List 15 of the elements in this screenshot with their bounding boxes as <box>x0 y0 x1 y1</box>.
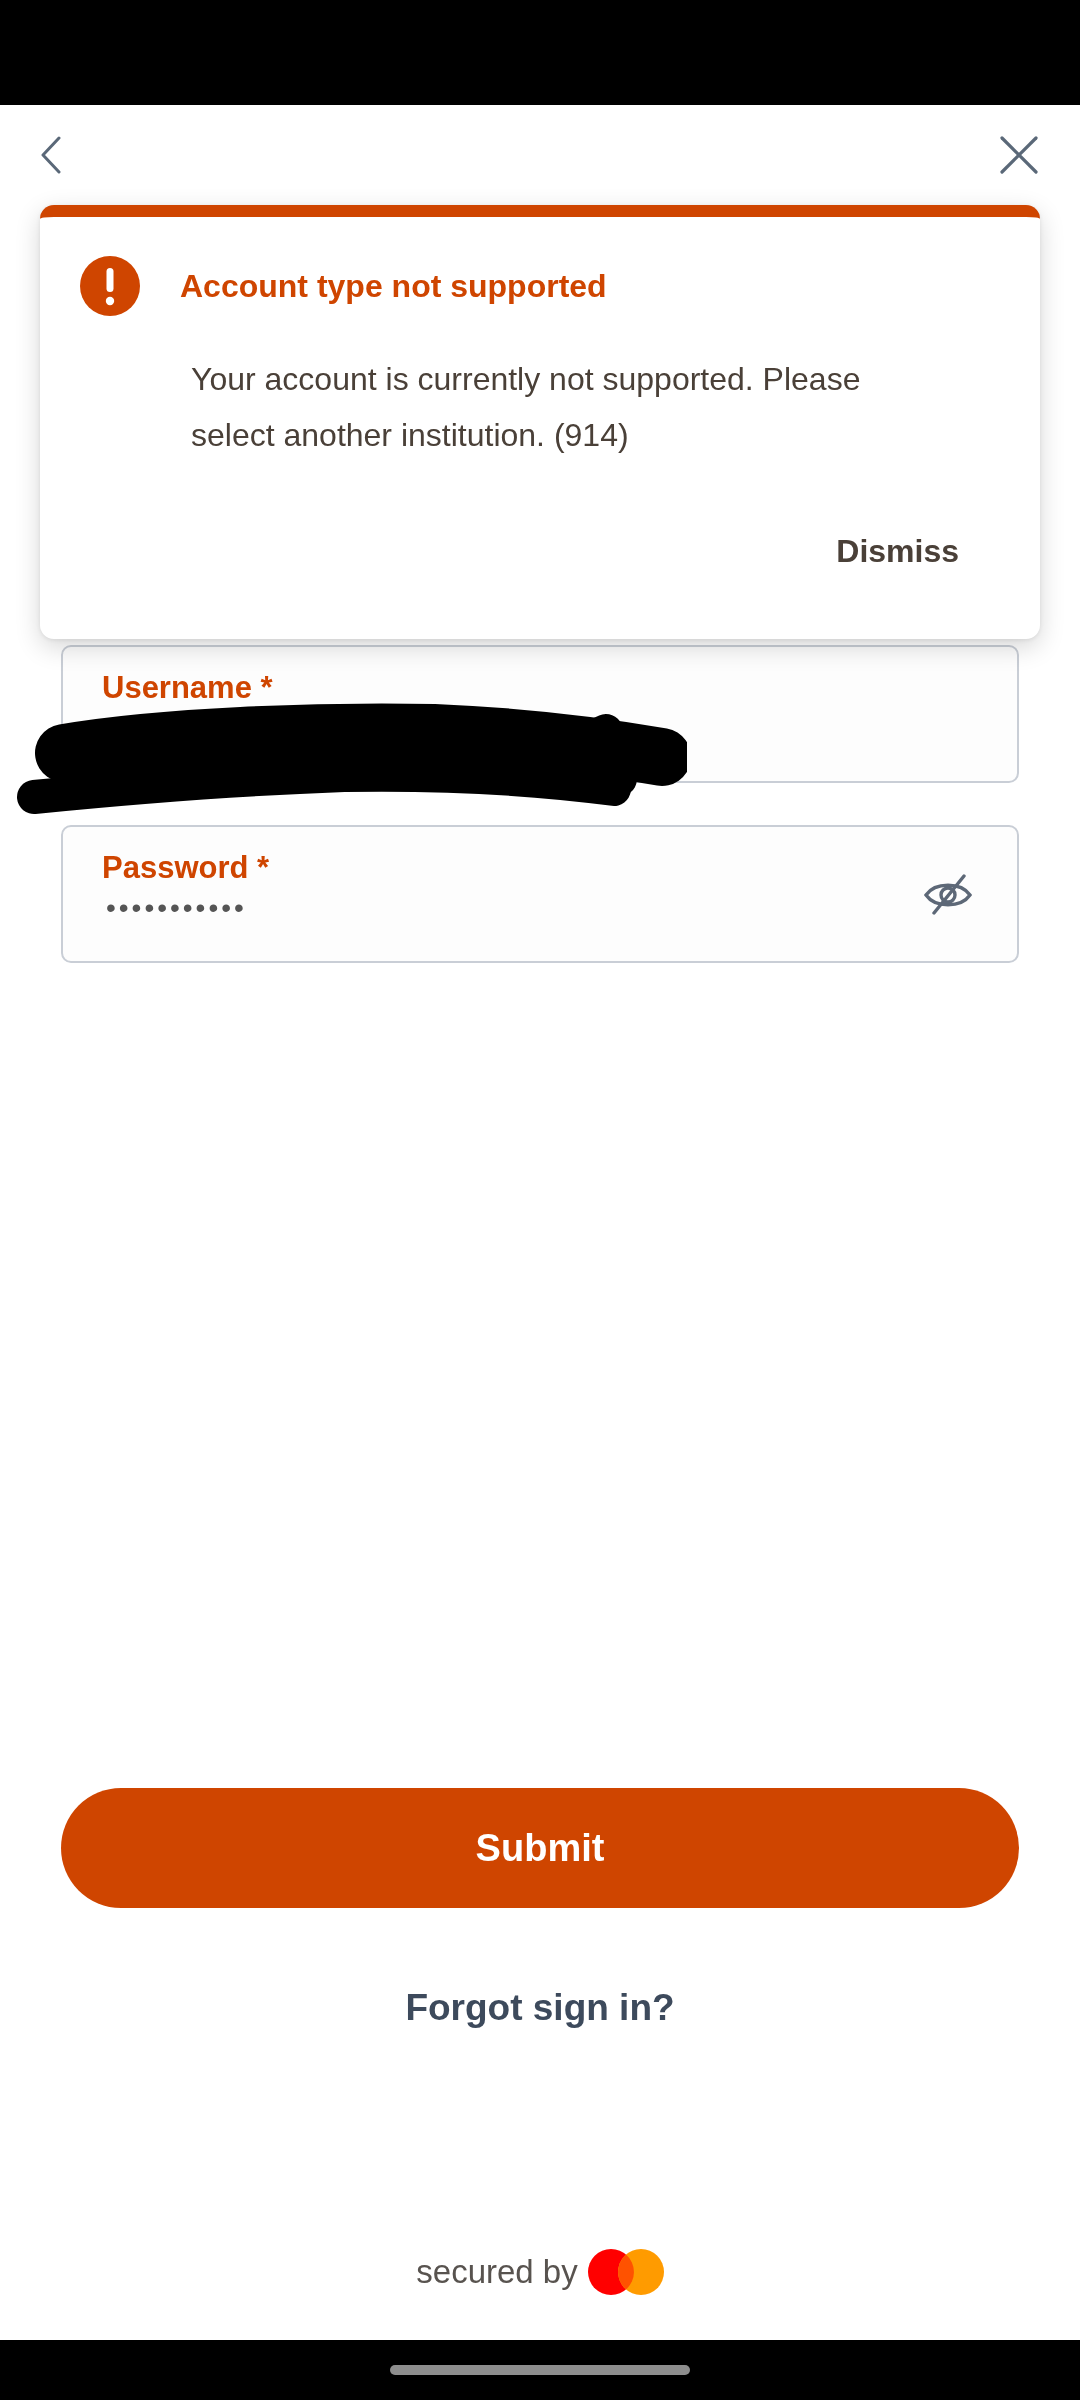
eye-slash-icon[interactable] <box>923 873 973 915</box>
exclamation-icon <box>80 256 140 316</box>
password-value: ••••••••••• <box>106 891 247 925</box>
password-field[interactable]: Password * ••••••••••• <box>61 825 1019 963</box>
back-icon[interactable] <box>40 136 61 174</box>
overlapping-circles-logo-icon <box>587 2249 664 2295</box>
forgot-sign-in-link[interactable]: Forgot sign in? <box>405 1985 675 2031</box>
submit-button[interactable]: Submit <box>61 1788 1019 1908</box>
field-label: Password * <box>102 850 270 886</box>
alert-message: Your account is currently not supported. Please select another institution. (914) <box>191 360 862 455</box>
field-label: Username * <box>102 670 273 706</box>
secured-by-text: secured by <box>416 2252 578 2292</box>
dismiss-button[interactable]: Dismiss <box>836 523 959 579</box>
alert-title: Account type not supported <box>180 267 607 306</box>
close-icon[interactable] <box>1000 136 1038 174</box>
